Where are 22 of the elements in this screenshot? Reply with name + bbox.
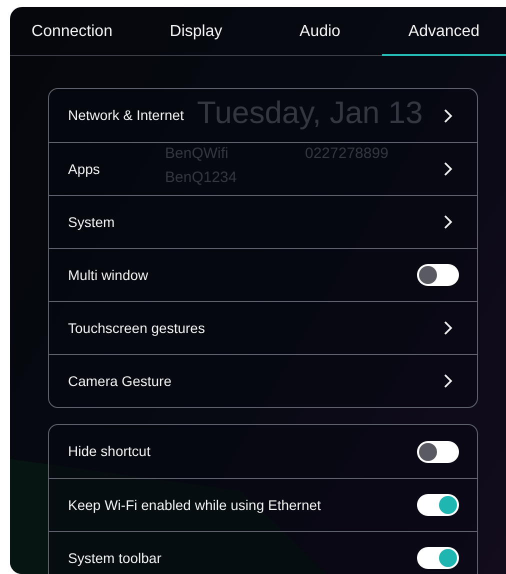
- row-label[interactable]: Multi window: [68, 264, 148, 286]
- row-label[interactable]: Camera Gesture: [68, 370, 172, 392]
- toggle-switch[interactable]: [417, 440, 459, 462]
- row-label[interactable]: Apps: [68, 158, 100, 180]
- row-label[interactable]: Network & Internet: [68, 105, 184, 126]
- chevron-right-icon: [443, 215, 453, 229]
- tab[interactable]: Connection: [10, 7, 134, 56]
- toggle-switch[interactable]: [417, 547, 459, 569]
- row-label[interactable]: Touchscreen gestures: [68, 318, 205, 338]
- chevron-right-icon: [443, 162, 453, 176]
- chevron-right-icon: [443, 321, 453, 335]
- tab[interactable]: Display: [134, 7, 258, 56]
- row-label[interactable]: System toolbar: [68, 548, 162, 568]
- row-label[interactable]: System: [68, 212, 115, 232]
- toggle-switch[interactable]: [417, 264, 459, 286]
- tab[interactable]: Audio: [258, 7, 382, 56]
- tab[interactable]: Advanced: [382, 7, 506, 56]
- toggle-switch[interactable]: [417, 494, 459, 516]
- chevron-right-icon: [443, 108, 453, 122]
- row-label[interactable]: Keep Wi-Fi enabled while using Ethernet: [68, 494, 321, 516]
- chevron-right-icon: [443, 374, 453, 388]
- row-label[interactable]: Hide shortcut: [68, 441, 150, 462]
